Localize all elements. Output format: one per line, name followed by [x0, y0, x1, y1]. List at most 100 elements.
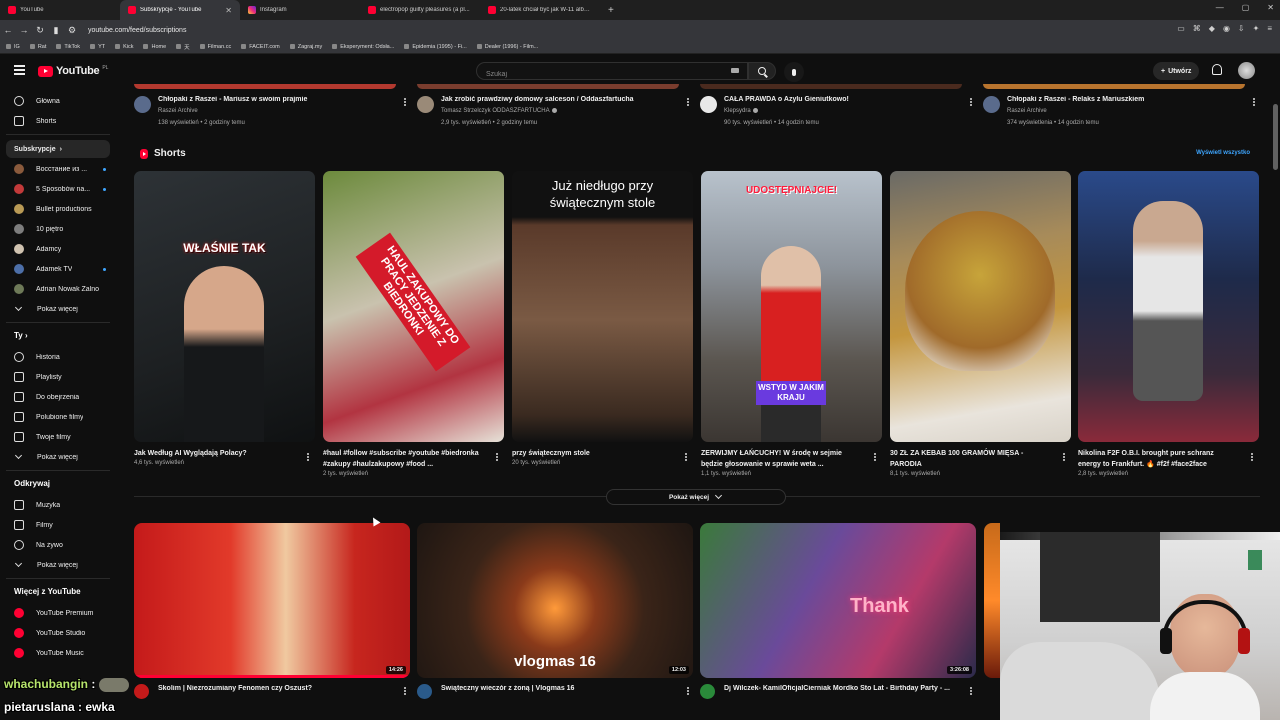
sidebar-item[interactable]: 5 Sposobów na...: [6, 180, 110, 198]
more-options-icon[interactable]: [970, 687, 972, 689]
short-card[interactable]: HAUL ZAKUPOWY DO PRACY JEDZENIE Z BIEDRO…: [323, 171, 504, 477]
short-card[interactable]: WŁAŚNIE TAK Jak Według AI Wyglądają Polac…: [134, 171, 315, 466]
sidebar-item[interactable]: Do obejrzenia: [6, 388, 110, 406]
video-title[interactable]: Świąteczny wieczór z żoną | Vlogmas 16: [441, 685, 671, 692]
video-title[interactable]: Jak zrobić prawdziwy domowy salceson / O…: [441, 96, 671, 103]
url-field[interactable]: youtube.com/feed/subscriptions: [88, 27, 186, 34]
video-card[interactable]: Chłopaki z Raszei - Mariusz w swoim praj…: [134, 84, 410, 128]
video-title[interactable]: CAŁA PRAWDA o Azylu Gieniutkowo!: [724, 96, 954, 103]
browser-tab[interactable]: 20-latek chciał być jak W-11 albo...: [480, 0, 600, 20]
sidebar-section-header[interactable]: Ty ›: [14, 331, 28, 340]
video-card[interactable]: Thank 3:26:08 Dj Wilczek- KamilOficjalCier…: [700, 523, 976, 699]
bookmark-item[interactable]: Rat: [29, 44, 46, 50]
sidebar-item[interactable]: Twoje filmy: [6, 428, 110, 446]
voice-search-button[interactable]: [784, 62, 804, 82]
channel-name[interactable]: Raszei Archive: [158, 108, 198, 114]
sidebar-item[interactable]: Pokaż więcej: [6, 300, 110, 318]
sidebar-section-header[interactable]: Odkrywaj: [14, 479, 50, 488]
video-thumbnail[interactable]: Thank 3:26:08: [700, 523, 976, 678]
bookmark-icon[interactable]: ▮: [48, 25, 64, 36]
minimize-icon[interactable]: —: [1216, 3, 1224, 12]
sidebar-item[interactable]: Na żywo: [6, 536, 110, 554]
browser-tab[interactable]: YouTube: [0, 0, 120, 20]
channel-avatar[interactable]: [700, 96, 717, 113]
more-options-icon[interactable]: [307, 453, 309, 455]
site-info-icon[interactable]: ⚙: [64, 25, 80, 36]
short-thumbnail[interactable]: HAUL ZAKUPOWY DO PRACY JEDZENIE Z BIEDRO…: [323, 171, 504, 442]
more-options-icon[interactable]: [685, 453, 687, 455]
sidebar-item-subscriptions[interactable]: Subskrypcje ›: [6, 140, 110, 158]
short-thumbnail[interactable]: WŁAŚNIE TAK: [134, 171, 315, 442]
new-tab-button[interactable]: +: [600, 5, 622, 16]
channel-name[interactable]: Klepsydra: [724, 108, 758, 114]
short-card[interactable]: 30 ZŁ ZA KEBAB 100 GRAMÓW MIĘSA - PARODI…: [890, 171, 1071, 477]
browser-tab[interactable]: electropop guilty pleasures (a pl...: [360, 0, 480, 20]
scrollbar-thumb[interactable]: [1273, 104, 1278, 170]
sidebar-item[interactable]: Восстание из ...: [6, 160, 110, 178]
sidebar-item[interactable]: Pokaż więcej: [6, 448, 110, 466]
maximize-icon[interactable]: ▢: [1242, 3, 1250, 12]
bookmark-item[interactable]: Epidemia (1995) - Fi...: [404, 44, 467, 50]
translate-icon[interactable]: ⌘: [1193, 24, 1201, 33]
back-icon[interactable]: ←: [0, 25, 16, 35]
sidebar-item[interactable]: Shorts: [6, 112, 110, 130]
search-input[interactable]: [477, 66, 717, 83]
channel-avatar[interactable]: [700, 684, 715, 699]
browser-tab[interactable]: Subskrypcje - YouTube ✕: [120, 0, 240, 20]
video-thumbnail[interactable]: [983, 84, 1245, 89]
sidebar-item[interactable]: Główna: [6, 92, 110, 110]
channel-name[interactable]: Raszei Archive: [1007, 108, 1047, 114]
forward-icon[interactable]: →: [16, 25, 32, 35]
short-thumbnail[interactable]: [890, 171, 1071, 442]
sidebar-item[interactable]: Adamek TV: [6, 260, 110, 278]
show-more-button[interactable]: Pokaż więcej: [606, 489, 786, 505]
sidebar-item[interactable]: YouTube Studio: [6, 624, 110, 642]
menu-icon[interactable]: ≡: [1267, 24, 1272, 33]
sidebar-item[interactable]: Muzyka: [6, 496, 110, 514]
reload-icon[interactable]: ↻: [32, 25, 48, 36]
sidebar-item[interactable]: Adamcy: [6, 240, 110, 258]
bookmark-item[interactable]: 天: [176, 43, 190, 51]
bookmark-item[interactable]: TikTok: [56, 44, 80, 50]
more-options-icon[interactable]: [687, 98, 689, 100]
browser-tab[interactable]: Instagram: [240, 0, 360, 20]
short-title[interactable]: ZERWIJMY ŁAŃCUCHY! W środę w sejmie będz…: [701, 448, 861, 470]
close-tab-icon[interactable]: ✕: [225, 6, 232, 15]
more-options-icon[interactable]: [1251, 453, 1253, 455]
bookmark-item[interactable]: FACEIT.com: [241, 44, 280, 50]
sidebar-item[interactable]: Historia: [6, 348, 110, 366]
channel-avatar[interactable]: [134, 684, 149, 699]
video-thumbnail[interactable]: [134, 84, 396, 89]
shield-icon[interactable]: ◆: [1209, 24, 1215, 33]
channel-name[interactable]: Tomasz Strzelczyk ODDASZFARTUCHA: [441, 108, 557, 114]
bookmark-item[interactable]: Dealer (1996) - Film...: [476, 44, 538, 50]
video-title[interactable]: Dj Wilczek- KamilOficjalCierniak Mordko …: [724, 685, 954, 692]
channel-avatar[interactable]: [983, 96, 1000, 113]
sidebar-item[interactable]: YouTube Premium: [6, 604, 110, 622]
sidebar-item[interactable]: Polubione filmy: [6, 408, 110, 426]
hamburger-menu-icon[interactable]: [14, 65, 25, 75]
video-card[interactable]: Jak zrobić prawdziwy domowy salceson / O…: [417, 84, 693, 128]
video-card[interactable]: CAŁA PRAWDA o Azylu Gieniutkowo! Klepsydr…: [700, 84, 976, 128]
more-options-icon[interactable]: [970, 98, 972, 100]
short-title[interactable]: #haul #follow #subscribe #youtube #biedr…: [323, 448, 483, 470]
short-title[interactable]: przy świątecznym stole: [512, 448, 672, 459]
channel-avatar[interactable]: [417, 96, 434, 113]
create-button[interactable]: + Utwórz: [1153, 62, 1200, 80]
more-options-icon[interactable]: [404, 687, 406, 689]
bookmark-item[interactable]: Kick: [115, 44, 133, 50]
close-window-icon[interactable]: ✕: [1267, 3, 1274, 12]
cast-icon[interactable]: ▭: [1177, 24, 1185, 33]
bookmark-item[interactable]: Zagraj.my: [289, 44, 322, 50]
video-card[interactable]: 14:26 Skolim | Niezrozumiany Fenomen czy …: [134, 523, 410, 699]
channel-avatar[interactable]: [134, 96, 151, 113]
notifications-bell-icon[interactable]: [1212, 64, 1222, 75]
video-card[interactable]: Chłopaki z Raszei - Relaks z Mariuszkiem…: [983, 84, 1259, 128]
bookmark-item[interactable]: Eksperyment: Odsła...: [332, 44, 394, 50]
more-options-icon[interactable]: [404, 98, 406, 100]
more-options-icon[interactable]: [496, 453, 498, 455]
short-title[interactable]: Jak Według AI Wyglądają Polacy?: [134, 448, 294, 459]
channel-avatar[interactable]: [417, 684, 432, 699]
bookmark-item[interactable]: Filman.cc: [199, 44, 231, 50]
sidebar-item[interactable]: Filmy: [6, 516, 110, 534]
